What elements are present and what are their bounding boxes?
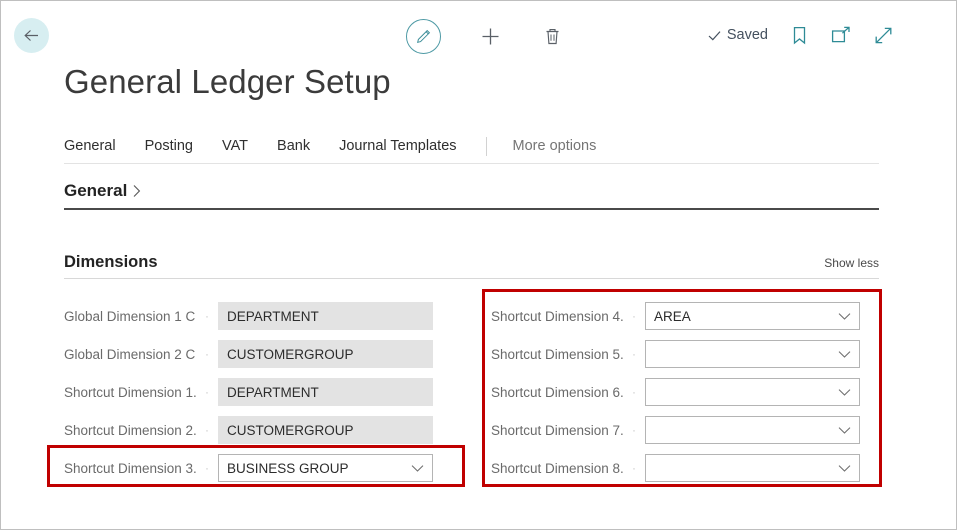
chevron-down-icon: [838, 312, 851, 321]
general-section-toggle[interactable]: General: [64, 181, 142, 208]
tab-strip: General Posting VAT Bank Journal Templat…: [64, 129, 879, 164]
field-row-global-dimension-1: Global Dimension 1 C... · DEPARTMENT: [64, 297, 464, 335]
field-label: Shortcut Dimension 6...: [491, 384, 623, 400]
check-icon: [708, 30, 721, 40]
shortcut-dimension-2-value: CUSTOMERGROUP: [218, 416, 433, 444]
general-section-rule: [64, 208, 879, 210]
chevron-down-icon: [838, 464, 851, 473]
chevron-down-icon: [411, 464, 424, 473]
dimensions-title: Dimensions: [64, 253, 158, 271]
bookmark-icon: [793, 26, 805, 44]
label-separator-dot: ·: [632, 461, 636, 475]
back-button[interactable]: [14, 18, 49, 53]
command-bar-right-actions: Saved: [707, 23, 894, 47]
shortcut-dimension-4-dropdown[interactable]: AREA: [645, 302, 860, 330]
plus-icon: [482, 28, 498, 45]
label-separator-dot: ·: [205, 423, 209, 437]
field-label: Shortcut Dimension 5...: [491, 346, 623, 362]
back-arrow-icon: [24, 30, 38, 41]
label-separator-dot: ·: [205, 461, 209, 475]
dimensions-right-column: Shortcut Dimension 4... · AREA Shortcut …: [491, 297, 891, 487]
field-label: Global Dimension 2 C...: [64, 346, 196, 362]
global-dimension-2-value: CUSTOMERGROUP: [218, 340, 433, 368]
dimensions-section: Dimensions Show less: [64, 253, 879, 279]
field-row-global-dimension-2: Global Dimension 2 C... · CUSTOMERGROUP: [64, 335, 464, 373]
shortcut-dimension-3-dropdown[interactable]: BUSINESS GROUP: [218, 454, 433, 482]
dimensions-header: Dimensions Show less: [64, 253, 879, 278]
delete-button[interactable]: [539, 22, 565, 52]
expand-button[interactable]: [872, 23, 894, 47]
field-label: Shortcut Dimension 3...: [64, 460, 196, 476]
field-label: Global Dimension 1 C...: [64, 308, 196, 324]
field-row-shortcut-dimension-1: Shortcut Dimension 1... · DEPARTMENT: [64, 373, 464, 411]
field-row-shortcut-dimension-4: Shortcut Dimension 4... · AREA: [491, 297, 891, 335]
shortcut-dimension-4-value: AREA: [654, 308, 691, 324]
global-dimension-1-value: DEPARTMENT: [218, 302, 433, 330]
label-separator-dot: ·: [632, 309, 636, 323]
dimensions-field-grid: Global Dimension 1 C... · DEPARTMENT Glo…: [1, 297, 956, 492]
show-less-button[interactable]: Show less: [824, 256, 879, 272]
open-in-new-window-icon: [831, 26, 850, 42]
general-section-title: General: [64, 181, 128, 200]
tab-journal-templates[interactable]: Journal Templates: [339, 138, 456, 154]
more-options-button[interactable]: More options: [513, 138, 597, 154]
field-label: Shortcut Dimension 4...: [491, 308, 623, 324]
edit-button[interactable]: [406, 19, 441, 54]
label-separator-dot: ·: [205, 385, 209, 399]
page-title: General Ledger Setup: [64, 63, 391, 100]
shortcut-dimension-6-dropdown[interactable]: [645, 378, 860, 406]
field-row-shortcut-dimension-3: Shortcut Dimension 3... · BUSINESS GROUP: [64, 449, 464, 487]
dimensions-rule: [64, 278, 879, 279]
chevron-down-icon: [838, 350, 851, 359]
chevron-right-icon: [133, 185, 141, 197]
field-row-shortcut-dimension-2: Shortcut Dimension 2... · CUSTOMERGROUP: [64, 411, 464, 449]
shortcut-dimension-1-value: DEPARTMENT: [218, 378, 433, 406]
general-ledger-setup-window: Saved General Ledger Setup General Posti…: [0, 0, 957, 530]
command-bar: Saved: [1, 1, 956, 67]
shortcut-dimension-5-dropdown[interactable]: [645, 340, 860, 368]
field-label: Shortcut Dimension 1...: [64, 384, 196, 400]
field-row-shortcut-dimension-6: Shortcut Dimension 6... ·: [491, 373, 891, 411]
tab-general[interactable]: General: [64, 138, 116, 154]
field-label: Shortcut Dimension 8...: [491, 460, 623, 476]
field-row-shortcut-dimension-5: Shortcut Dimension 5... ·: [491, 335, 891, 373]
label-separator-dot: ·: [632, 347, 636, 361]
label-separator-dot: ·: [632, 385, 636, 399]
saved-status-label: Saved: [726, 27, 768, 43]
tab-vat[interactable]: VAT: [222, 138, 248, 154]
field-row-shortcut-dimension-7: Shortcut Dimension 7... ·: [491, 411, 891, 449]
tab-posting[interactable]: Posting: [145, 138, 193, 154]
pencil-icon: [417, 29, 431, 43]
tab-bank[interactable]: Bank: [277, 138, 310, 154]
shortcut-dimension-3-value: BUSINESS GROUP: [227, 460, 349, 476]
bookmark-button[interactable]: [788, 23, 810, 47]
shortcut-dimension-7-dropdown[interactable]: [645, 416, 860, 444]
trash-icon: [546, 29, 558, 45]
command-bar-center-actions: [406, 19, 565, 54]
label-separator-dot: ·: [205, 347, 209, 361]
general-section: General: [64, 181, 879, 210]
saved-status: Saved: [707, 27, 768, 43]
open-in-new-window-button[interactable]: [830, 23, 852, 47]
field-label: Shortcut Dimension 2...: [64, 422, 196, 438]
shortcut-dimension-8-dropdown[interactable]: [645, 454, 860, 482]
chevron-down-icon: [838, 426, 851, 435]
field-row-shortcut-dimension-8: Shortcut Dimension 8... ·: [491, 449, 891, 487]
field-label: Shortcut Dimension 7...: [491, 422, 623, 438]
new-button[interactable]: [477, 22, 503, 52]
dimensions-left-column: Global Dimension 1 C... · DEPARTMENT Glo…: [64, 297, 464, 487]
expand-diagonal-icon: [875, 27, 891, 43]
label-separator-dot: ·: [205, 309, 209, 323]
label-separator-dot: ·: [632, 423, 636, 437]
tab-divider: [485, 136, 487, 156]
chevron-down-icon: [838, 388, 851, 397]
